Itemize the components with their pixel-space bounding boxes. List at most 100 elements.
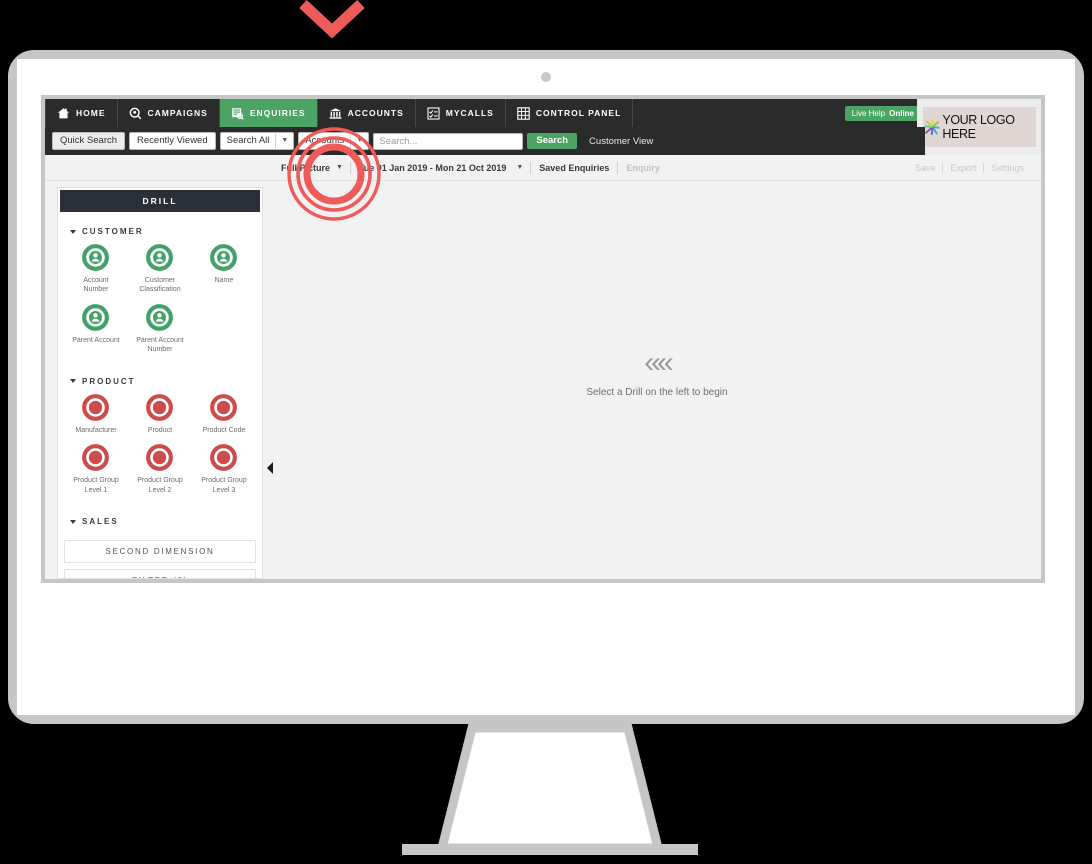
product-dimension-icon bbox=[82, 444, 110, 472]
drill-tile-label: Manufacturer bbox=[75, 426, 117, 434]
monitor-upper-panel: HOME CAMPAIGNS ENQUIRIES ACCOUNTS MYCALL… bbox=[17, 59, 1075, 600]
search-scope-select[interactable]: Search All ▼ bbox=[219, 131, 295, 151]
product-dimension-icon bbox=[210, 393, 238, 421]
search-scope-value: Search All bbox=[226, 134, 270, 146]
date-range-selector[interactable]: Tue 01 Jan 2019 - Mon 21 Oct 2019 bbox=[351, 163, 514, 173]
drill-tile-manufacturer[interactable]: Manufacturer bbox=[64, 393, 128, 435]
logo-text: YOUR LOGO HERE bbox=[942, 113, 1015, 141]
nav-item-accounts[interactable]: ACCOUNTS bbox=[318, 99, 416, 127]
nav-label: CONTROL PANEL bbox=[535, 108, 622, 118]
drill-tile-product[interactable]: Product bbox=[128, 393, 192, 435]
drill-tile-account-number[interactable]: Account Number bbox=[64, 244, 128, 295]
full-picture-chip[interactable]: Full Picture bbox=[277, 163, 334, 173]
drill-group-label: PRODUCT bbox=[82, 376, 136, 386]
chevron-down-icon[interactable]: ▼ bbox=[334, 164, 350, 171]
customer-dimension-icon bbox=[146, 244, 174, 271]
enquiry-toolbar: Full Picture ▼ Tue 01 Jan 2019 - Mon 21 … bbox=[45, 155, 1041, 181]
nav-label: HOME bbox=[76, 108, 106, 118]
drill-tile-product-group-level-2[interactable]: Product Group Level 2 bbox=[128, 444, 192, 495]
monitor-stand bbox=[350, 724, 750, 864]
filter-button[interactable]: FILTER (0) bbox=[64, 569, 256, 578]
drill-group-label: SALES bbox=[82, 517, 119, 527]
nav-item-enquiries[interactable]: ENQUIRIES bbox=[219, 99, 318, 127]
nav-item-campaigns[interactable]: CAMPAIGNS bbox=[118, 99, 220, 127]
main-content-area: «« Select a Drill on the left to begin bbox=[273, 187, 1041, 579]
product-dimension-icon bbox=[82, 393, 110, 421]
chevron-down-icon: ▼ bbox=[350, 134, 368, 148]
customer-dimension-icon bbox=[146, 303, 174, 331]
nav-item-mycalls[interactable]: MYCALLS bbox=[416, 99, 506, 127]
logo-inner: YOUR LOGO HERE bbox=[922, 107, 1036, 147]
top-navigation-bar: HOME CAMPAIGNS ENQUIRIES ACCOUNTS MYCALL… bbox=[45, 99, 1041, 127]
drill-tile-label: Name bbox=[214, 277, 234, 284]
grid-icon bbox=[517, 106, 530, 120]
drill-tile-label: Parent Account Number bbox=[136, 336, 184, 354]
enquiries-icon bbox=[232, 107, 244, 120]
product-dimension-icon bbox=[146, 393, 174, 421]
product-dimension-icon bbox=[146, 444, 174, 472]
nav-item-home[interactable]: HOME bbox=[45, 99, 118, 127]
search-button[interactable]: Search bbox=[527, 132, 578, 150]
drill-tile-label: Customer Classification bbox=[139, 277, 181, 294]
enquiry-toolbar-actions: Save Export Settings bbox=[908, 162, 1031, 173]
drill-group-product-header[interactable]: PRODUCT bbox=[58, 364, 262, 394]
drill-tile-customer-classification[interactable]: Customer Classification bbox=[128, 244, 192, 295]
nav-item-control-panel[interactable]: CONTROL PANEL bbox=[506, 99, 634, 127]
search-toolbar: Quick Search Recently Viewed Search All … bbox=[45, 127, 925, 155]
second-dimension-button[interactable]: SECOND DIMENSION bbox=[64, 540, 256, 564]
monitor-frame: HOME CAMPAIGNS ENQUIRIES ACCOUNTS MYCALL… bbox=[8, 50, 1084, 724]
chevron-down-icon: ▼ bbox=[275, 134, 293, 148]
nav-label: ACCOUNTS bbox=[347, 108, 404, 118]
recently-viewed-button[interactable]: Recently Viewed bbox=[129, 131, 216, 151]
screen: HOME CAMPAIGNS ENQUIRIES ACCOUNTS MYCALL… bbox=[41, 95, 1045, 583]
customer-dimension-icon bbox=[82, 244, 110, 271]
home-icon bbox=[57, 107, 70, 118]
nav-items: HOME CAMPAIGNS ENQUIRIES ACCOUNTS MYCALL… bbox=[45, 99, 634, 127]
drill-tile-parent-account-number[interactable]: Parent Account Number bbox=[128, 303, 192, 355]
screenshot-stage: HOME CAMPAIGNS ENQUIRIES ACCOUNTS MYCALL… bbox=[0, 0, 1092, 864]
drill-tile-product-group-level-1[interactable]: Product Group Level 1 bbox=[64, 444, 128, 495]
drill-tile-parent-account[interactable]: Parent Account bbox=[64, 303, 128, 355]
drill-group-sales-header[interactable]: SALES bbox=[58, 504, 262, 534]
live-help-status: Online bbox=[889, 108, 914, 118]
drill-tile-product-group-level-3[interactable]: Product Group Level 3 bbox=[192, 444, 256, 495]
empty-state: «« Select a Drill on the left to begin bbox=[586, 346, 727, 399]
drill-panel: DRILL CUSTOMER Account Number Customer C… bbox=[57, 187, 263, 579]
nav-label: CAMPAIGNS bbox=[147, 108, 208, 118]
chevron-down-icon bbox=[70, 379, 76, 384]
drill-tile-label: Account Number bbox=[83, 277, 109, 294]
nav-label: ENQUIRIES bbox=[249, 108, 306, 118]
saved-enquiries-link[interactable]: Saved Enquiries bbox=[531, 163, 617, 173]
quick-search-button[interactable]: Quick Search bbox=[52, 131, 126, 151]
drill-tile-label: Parent Account bbox=[72, 336, 120, 344]
chevron-down-icon bbox=[70, 229, 76, 234]
save-action[interactable]: Save bbox=[908, 163, 943, 173]
drill-tile-product-code[interactable]: Product Code bbox=[192, 393, 256, 435]
chevron-down-icon[interactable]: ▼ bbox=[514, 164, 530, 171]
search-entity-value: Accounts bbox=[305, 134, 345, 146]
drill-tile-name[interactable]: Name bbox=[192, 244, 256, 295]
logo-area: YOUR LOGO HERE bbox=[917, 99, 1041, 155]
nav-label: MYCALLS bbox=[445, 108, 494, 118]
double-chevron-left-icon: «« bbox=[644, 346, 673, 379]
checklist-icon bbox=[427, 106, 440, 120]
drill-group-customer-tiles: Account Number Customer Classification Nam… bbox=[58, 244, 262, 364]
annotation-down-chevron-icon bbox=[297, 0, 367, 38]
settings-action[interactable]: Settings bbox=[984, 163, 1031, 173]
drill-group-customer-header[interactable]: CUSTOMER bbox=[58, 214, 262, 244]
megaphone-icon bbox=[129, 107, 141, 119]
customer-view-link[interactable]: Customer View bbox=[589, 136, 653, 147]
drill-tile-label: Product Group Level 3 bbox=[201, 477, 247, 494]
starburst-icon bbox=[923, 119, 940, 135]
enquiry-link[interactable]: Enquiry bbox=[618, 163, 668, 173]
chevron-down-icon bbox=[70, 519, 76, 524]
drill-tile-label: Product Group Level 1 bbox=[73, 477, 119, 494]
search-input[interactable]: Search... bbox=[373, 132, 524, 150]
bank-icon bbox=[329, 107, 341, 119]
drill-tile-label: Product bbox=[147, 426, 173, 434]
drill-panel-header: DRILL bbox=[60, 190, 260, 212]
monitor-lower-panel bbox=[17, 589, 1075, 715]
search-entity-select[interactable]: Accounts ▼ bbox=[298, 131, 370, 151]
export-action[interactable]: Export bbox=[943, 163, 983, 173]
